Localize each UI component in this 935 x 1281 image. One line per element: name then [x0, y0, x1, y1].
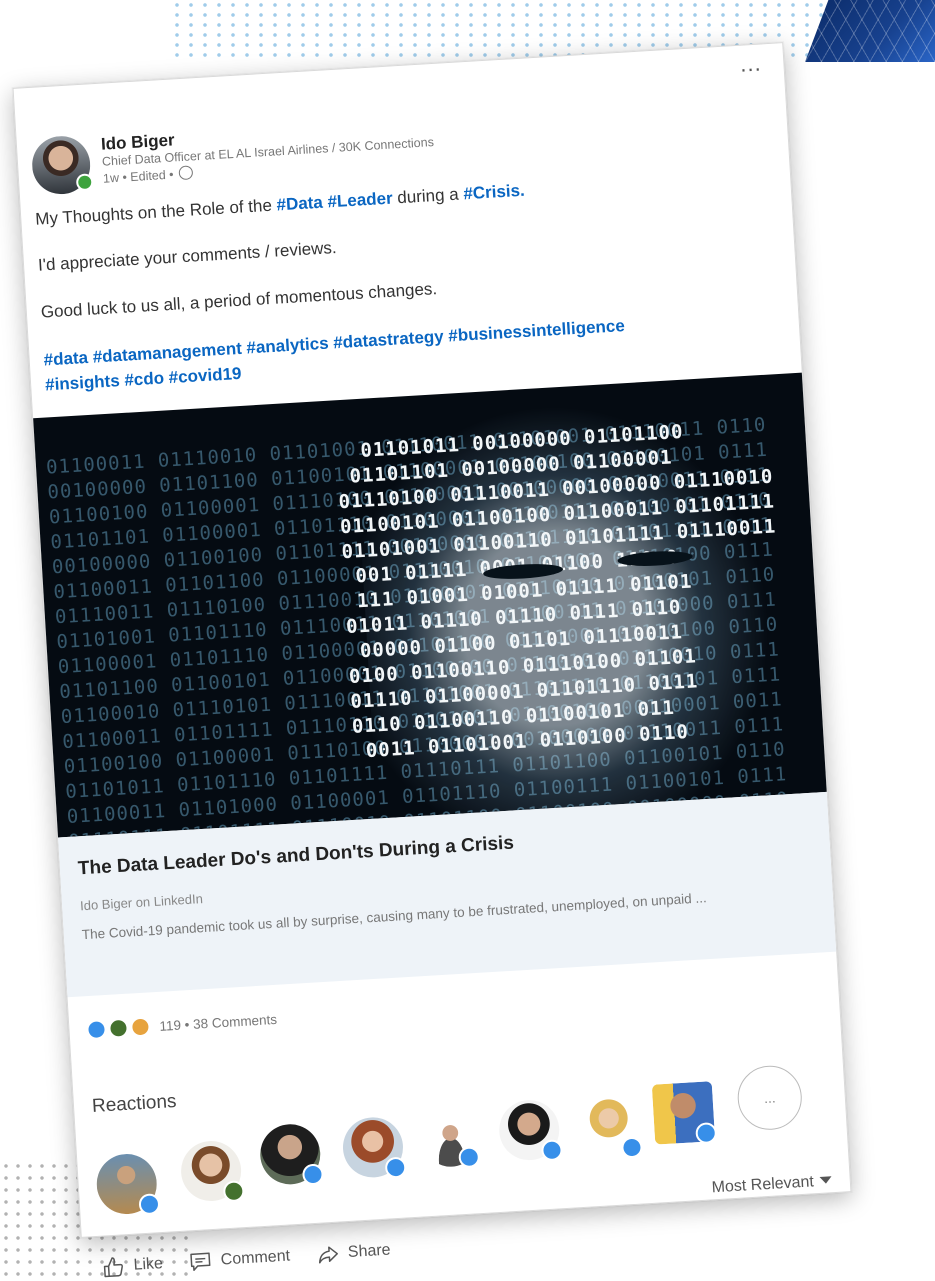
post-text: during a	[392, 184, 464, 208]
share-button[interactable]: Share	[315, 1239, 391, 1267]
reactor-avatar[interactable]	[341, 1115, 407, 1180]
reactor-avatar[interactable]	[651, 1081, 718, 1145]
sort-dropdown[interactable]: Most Relevant	[711, 1172, 832, 1197]
thumbs-up-icon	[103, 1257, 123, 1278]
comment-button[interactable]: Comment	[188, 1245, 291, 1275]
like-icon	[301, 1163, 325, 1186]
hashtag-data[interactable]: #Data	[276, 193, 323, 215]
sort-label: Most Relevant	[711, 1173, 815, 1197]
hashtag-leader[interactable]: #Leader	[327, 189, 393, 212]
reactor-avatar[interactable]	[258, 1122, 325, 1187]
reactor-avatar[interactable]	[577, 1095, 644, 1160]
post-body: My Thoughts on the Role of the #Data #Le…	[35, 167, 775, 398]
post-time-text: 1w • Edited •	[102, 167, 174, 186]
linkedin-post-card: ... Ido Biger Chief Data Officer at EL A…	[12, 42, 852, 1278]
article-image[interactable]: 01100011 01110010 01101001 01110011 0110…	[33, 372, 827, 838]
hashtag-crisis[interactable]: #Crisis.	[463, 181, 525, 204]
like-icon	[384, 1156, 407, 1179]
comment-icon	[190, 1252, 211, 1271]
caret-down-icon	[819, 1176, 832, 1184]
comment-label: Comment	[220, 1247, 291, 1269]
more-options-icon[interactable]: ...	[739, 50, 762, 77]
reactor-avatar[interactable]	[179, 1139, 245, 1203]
like-icon	[138, 1193, 161, 1216]
post-header: Ido Biger Chief Data Officer at EL AL Is…	[30, 114, 436, 196]
like-icon	[86, 1020, 107, 1040]
like-label: Like	[133, 1255, 164, 1274]
author-meta: Ido Biger Chief Data Officer at EL AL Is…	[100, 114, 435, 192]
reaction-comment-count[interactable]: 119 • 38 Comments	[159, 1011, 277, 1033]
share-icon	[318, 1246, 338, 1264]
like-icon	[620, 1136, 644, 1159]
online-status-icon	[75, 173, 94, 192]
reactor-avatar[interactable]	[497, 1098, 564, 1162]
insightful-icon	[130, 1017, 150, 1037]
reactor-avatar[interactable]	[95, 1152, 161, 1216]
social-counts[interactable]: 119 • 38 Comments	[86, 1010, 278, 1040]
like-icon	[458, 1146, 481, 1169]
like-icon	[540, 1139, 564, 1162]
reactor-avatar[interactable]	[423, 1113, 481, 1169]
share-label: Share	[347, 1241, 392, 1262]
celebrate-icon	[108, 1018, 128, 1038]
author-avatar[interactable]	[30, 134, 94, 196]
more-reactors-button[interactable]: ...	[735, 1063, 804, 1132]
post-text: My Thoughts on the Role of the	[34, 195, 278, 229]
like-icon	[695, 1122, 718, 1145]
reactions-heading: Reactions	[91, 1090, 178, 1117]
celebrate-icon	[222, 1180, 245, 1203]
like-button[interactable]: Like	[101, 1252, 164, 1280]
globe-icon	[178, 165, 194, 181]
binary-face: 01101011 00100000 01101100 01101101 0010…	[338, 420, 777, 763]
